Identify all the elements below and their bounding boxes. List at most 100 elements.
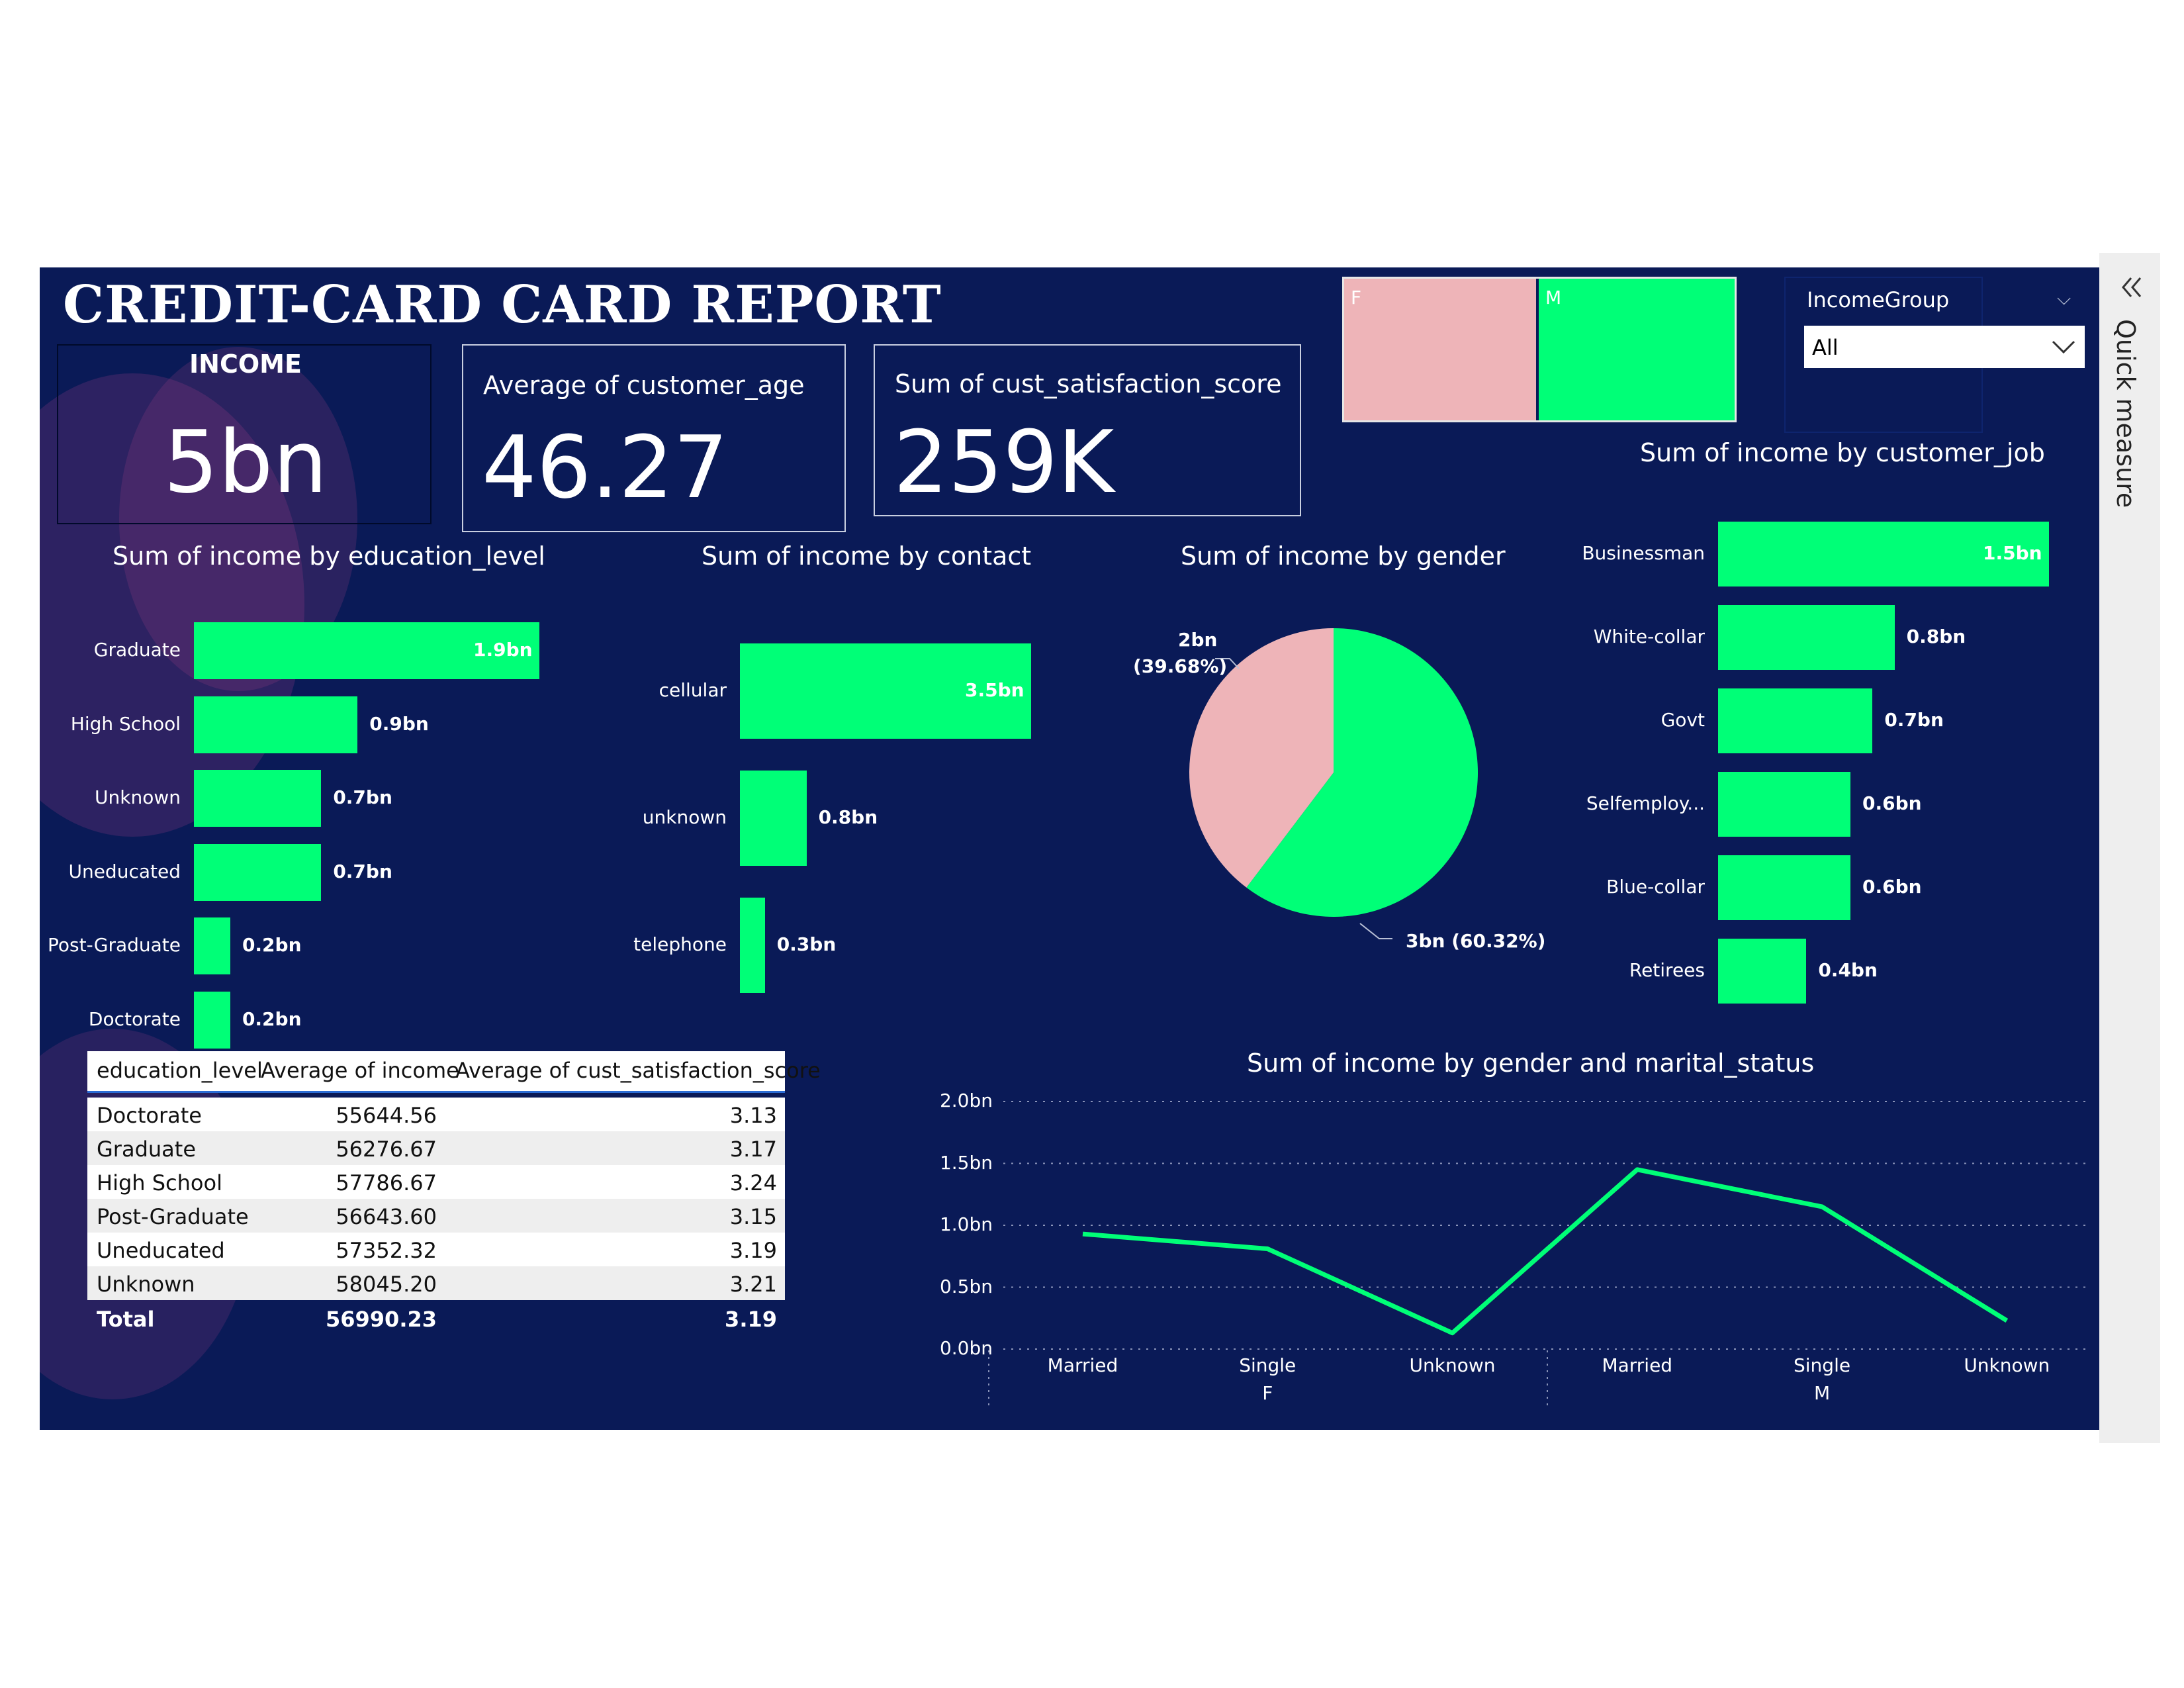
x-tick-label: Unknown: [1964, 1354, 2050, 1376]
pie-label-m: 3bn (60.32%): [1406, 930, 1546, 952]
table-row[interactable]: Post-Graduate 56643.60 3.15: [87, 1199, 785, 1233]
x-tick-label: Single: [1239, 1354, 1297, 1376]
cell-avg-income: 57786.67: [336, 1170, 437, 1196]
education-bar[interactable]: [194, 917, 230, 974]
age-card-value: 46.27: [482, 417, 729, 518]
job-bar[interactable]: [1718, 855, 1850, 920]
x-tick-label: Single: [1794, 1354, 1851, 1376]
education-bar[interactable]: [194, 991, 230, 1049]
cell-avg-income: 55644.56: [336, 1103, 437, 1128]
cell-avg-satisfaction: 3.21: [729, 1272, 777, 1297]
income-card[interactable]: INCOME 5bn: [57, 344, 432, 524]
job-data-label: 0.6bn: [1862, 792, 1922, 814]
job-bar[interactable]: [1718, 688, 1873, 753]
y-tick-label: 0.5bn: [939, 1275, 993, 1297]
cell-education-level: Post-Graduate: [97, 1204, 249, 1229]
total-avg-income: 56990.23: [325, 1307, 437, 1332]
education-category-label: Graduate: [93, 639, 181, 661]
education-data-label: 0.7bn: [333, 786, 392, 808]
quick-measure-label: Quick measure: [2111, 319, 2140, 508]
y-tick-label: 2.0bn: [939, 1090, 993, 1111]
x-tick-label: Married: [1602, 1354, 1673, 1376]
x-group-label: F: [1262, 1382, 1273, 1404]
treemap-tile-f[interactable]: F: [1344, 279, 1536, 420]
header-avg-satisfaction[interactable]: Average of cust_satisfaction_score: [455, 1058, 821, 1083]
satisfaction-card-label: Sum of cust_satisfaction_score: [895, 369, 1282, 399]
cell-avg-income: 56276.67: [336, 1137, 437, 1162]
satisfaction-card[interactable]: Sum of cust_satisfaction_score 259K: [874, 344, 1301, 516]
header-avg-income[interactable]: Average of income: [261, 1058, 459, 1083]
job-data-label: 1.5bn: [1983, 542, 2042, 564]
age-card[interactable]: Average of customer_age 46.27: [462, 344, 846, 532]
cell-education-level: Unknown: [97, 1272, 195, 1297]
contact-bar[interactable]: [740, 898, 765, 993]
table-row[interactable]: Unknown 58045.20 3.21: [87, 1266, 785, 1300]
education-bar[interactable]: [194, 696, 358, 753]
total-label: Total: [97, 1307, 155, 1332]
job-category-label: White-collar: [1593, 626, 1705, 647]
cell-avg-satisfaction: 3.17: [729, 1137, 777, 1162]
job-category-label: Selfemploy...: [1586, 792, 1705, 814]
job-bar[interactable]: [1718, 605, 1895, 670]
job-chart-title: Sum of income by customer_job: [1640, 438, 2045, 467]
job-data-label: 0.8bn: [1906, 626, 1966, 647]
job-data-label: 0.4bn: [1818, 959, 1878, 981]
x-tick-label: Unknown: [1409, 1354, 1496, 1376]
header-education-level[interactable]: education_level: [97, 1058, 263, 1083]
contact-bar[interactable]: [740, 771, 807, 866]
income-card-value: 5bn: [163, 412, 328, 512]
education-bar[interactable]: [194, 843, 322, 901]
total-avg-satisfaction: 3.19: [725, 1307, 777, 1332]
cell-avg-income: 58045.20: [336, 1272, 437, 1297]
education-bar[interactable]: [194, 770, 322, 827]
gender-chart-title: Sum of income by gender: [1181, 541, 1506, 571]
treemap-tile-m[interactable]: M: [1539, 279, 1735, 420]
table-total-row: Total 56990.23 3.19: [87, 1301, 785, 1335]
table-row[interactable]: Doctorate 55644.56 3.13: [87, 1098, 785, 1131]
gender-treemap[interactable]: F M: [1342, 277, 1737, 422]
education-category-label: Unknown: [95, 786, 181, 808]
quick-measure-pane[interactable]: Quick measure: [2099, 253, 2160, 1443]
education-data-label: 0.7bn: [333, 860, 392, 882]
income-card-label: INCOME: [189, 350, 302, 379]
slicer-dropdown[interactable]: All: [1804, 326, 2085, 368]
cell-avg-satisfaction: 3.19: [729, 1238, 777, 1263]
job-data-label: 0.6bn: [1862, 876, 1922, 898]
table-row[interactable]: High School 57786.67 3.24: [87, 1165, 785, 1199]
table-header: education_level Average of income Averag…: [87, 1051, 821, 1093]
y-tick-label: 0.0bn: [939, 1337, 993, 1359]
cell-education-level: High School: [97, 1170, 222, 1196]
marital-chart-title: Sum of income by gender and marital_stat…: [1247, 1049, 1815, 1078]
satisfaction-card-value: 259K: [893, 412, 1115, 512]
job-bar[interactable]: [1718, 939, 1807, 1004]
cell-avg-income: 56643.60: [336, 1204, 437, 1229]
contact-data-label: 3.5bn: [965, 679, 1024, 701]
job-category-label: Retirees: [1629, 959, 1705, 981]
contact-data-label: 0.8bn: [818, 806, 878, 828]
double-chevron-left-icon[interactable]: [2116, 273, 2146, 302]
slicer-selected-value: All: [1812, 335, 1839, 360]
contact-data-label: 0.3bn: [776, 933, 837, 955]
table-row[interactable]: Uneducated 57352.32 3.19: [87, 1233, 785, 1266]
job-bar[interactable]: [1718, 772, 1850, 837]
cell-education-level: Doctorate: [97, 1103, 202, 1128]
cell-avg-satisfaction: 3.24: [729, 1170, 777, 1196]
cell-avg-income: 57352.32: [336, 1238, 437, 1263]
contact-chart-title: Sum of income by contact: [702, 541, 1032, 571]
education-data-label: 0.2bn: [242, 1008, 302, 1030]
cell-education-level: Graduate: [97, 1137, 196, 1162]
y-tick-label: 1.5bn: [939, 1151, 993, 1174]
chevron-down-icon: [2052, 340, 2075, 354]
slicer-collapse-icon[interactable]: ⌵: [2057, 287, 2071, 310]
pie-label-f: 2bn: [1178, 629, 1218, 651]
slicer-title: IncomeGroup: [1807, 287, 1950, 312]
table-row[interactable]: Graduate 56276.67 3.17: [87, 1131, 785, 1165]
income-group-slicer: IncomeGroup ⌵ All: [1784, 277, 2085, 433]
treemap-label-f: F: [1351, 287, 1362, 308]
contact-category-label: telephone: [633, 933, 727, 955]
cell-education-level: Uneducated: [97, 1238, 225, 1263]
education-category-label: Post-Graduate: [48, 934, 181, 956]
contact-category-label: cellular: [659, 679, 727, 701]
y-tick-label: 1.0bn: [939, 1213, 993, 1235]
pie-percent-f: (39.68%): [1133, 655, 1228, 677]
